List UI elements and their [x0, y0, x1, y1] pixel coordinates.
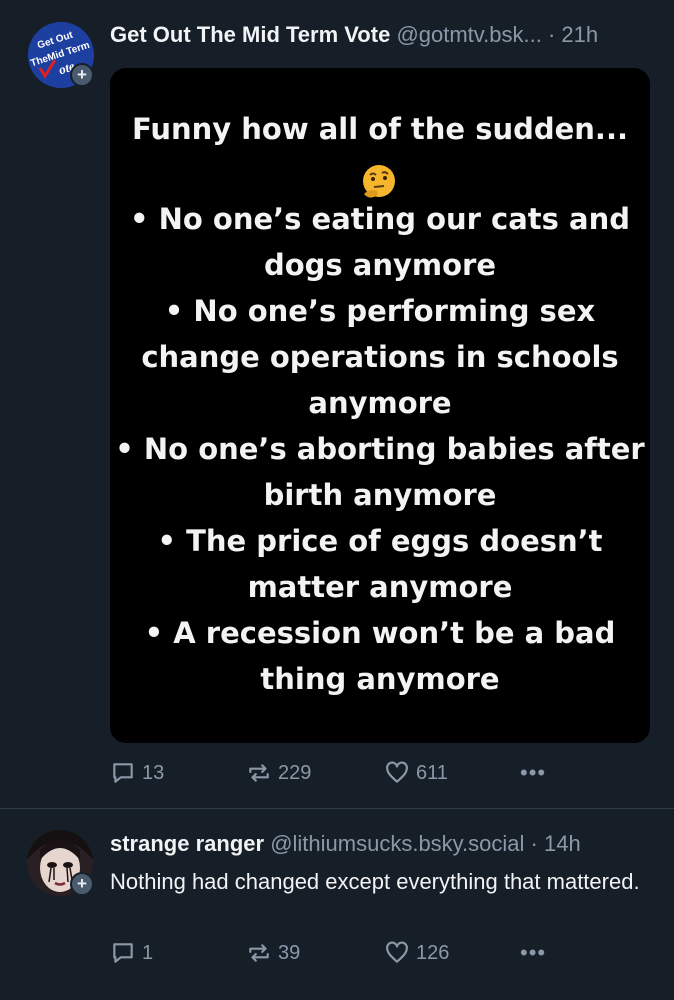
- heart-icon: [386, 941, 408, 963]
- repost-button[interactable]: 229: [246, 758, 311, 788]
- ellipsis-icon: •••: [520, 940, 547, 965]
- image-text-line: dogs anymore: [263, 248, 497, 282]
- post-timestamp[interactable]: 21h: [561, 22, 598, 47]
- author-name[interactable]: Get Out The Mid Term Vote: [110, 22, 390, 47]
- more-options-button[interactable]: •••: [520, 758, 546, 788]
- image-text-line: change operations in schools: [141, 340, 619, 374]
- image-text-line: anymore: [308, 386, 452, 420]
- post-timestamp[interactable]: 14h: [544, 831, 581, 856]
- image-text-line: • No one’s eating our cats and: [130, 202, 630, 236]
- follow-plus-badge[interactable]: +: [70, 872, 94, 896]
- post-image[interactable]: Funny how all of the sudden... • No one’…: [110, 68, 650, 743]
- repost-count: 39: [278, 941, 301, 964]
- author-name[interactable]: strange ranger: [110, 831, 264, 856]
- follow-plus-badge[interactable]: +: [70, 63, 94, 87]
- image-text-line: matter anymore: [247, 570, 513, 604]
- post-actions: 13 229 611 •••: [110, 758, 610, 788]
- header-separator: ·: [547, 22, 556, 47]
- post-header: Get Out The Mid Term Vote @gotmtv.bsk...…: [110, 22, 598, 48]
- like-count: 126: [416, 941, 450, 964]
- post-body-text: Nothing had changed except everything th…: [110, 869, 640, 894]
- thinking-face-emoji-icon: [363, 165, 395, 198]
- heart-icon: [386, 761, 408, 783]
- like-button[interactable]: 126: [384, 938, 449, 968]
- post-header: strange ranger @lithiumsucks.bsky.social…: [110, 831, 581, 857]
- ellipsis-icon: •••: [520, 760, 547, 785]
- repost-arrows-icon: [249, 764, 269, 782]
- reply-button[interactable]: 13: [110, 758, 164, 788]
- reply-count: 13: [142, 761, 165, 784]
- speech-bubble-icon: [113, 943, 133, 963]
- image-text-line: birth anymore: [263, 478, 497, 512]
- post-divider: [0, 808, 674, 809]
- post-actions: 1 39 126 •••: [110, 938, 610, 968]
- reply-count: 1: [142, 941, 154, 964]
- image-text-line: • No one’s aborting babies after: [115, 432, 645, 466]
- repost-arrows-icon: [249, 944, 269, 962]
- header-separator: ·: [530, 831, 538, 856]
- author-handle[interactable]: @gotmtv.bsk...: [396, 22, 541, 47]
- repost-button[interactable]: 39: [246, 938, 300, 968]
- like-button[interactable]: 611: [384, 758, 448, 788]
- image-text-line: thing anymore: [260, 662, 500, 696]
- repost-count: 229: [278, 761, 312, 784]
- post-get-out-the-mid-term-vote[interactable]: Get Out TheMid Term ote + Get Out The Mi…: [0, 0, 674, 808]
- image-text-line: • The price of eggs doesn’t: [157, 524, 603, 558]
- image-text-line: Funny how all of the sudden...: [131, 112, 628, 146]
- reply-button[interactable]: 1: [110, 938, 153, 968]
- author-handle[interactable]: @lithiumsucks.bsky.social: [270, 831, 524, 856]
- speech-bubble-icon: [113, 763, 133, 783]
- like-count: 611: [416, 761, 448, 784]
- image-text-line: • A recession won’t be a bad: [144, 616, 616, 650]
- more-options-button[interactable]: •••: [520, 938, 546, 968]
- image-text-line: • No one’s performing sex: [164, 294, 596, 328]
